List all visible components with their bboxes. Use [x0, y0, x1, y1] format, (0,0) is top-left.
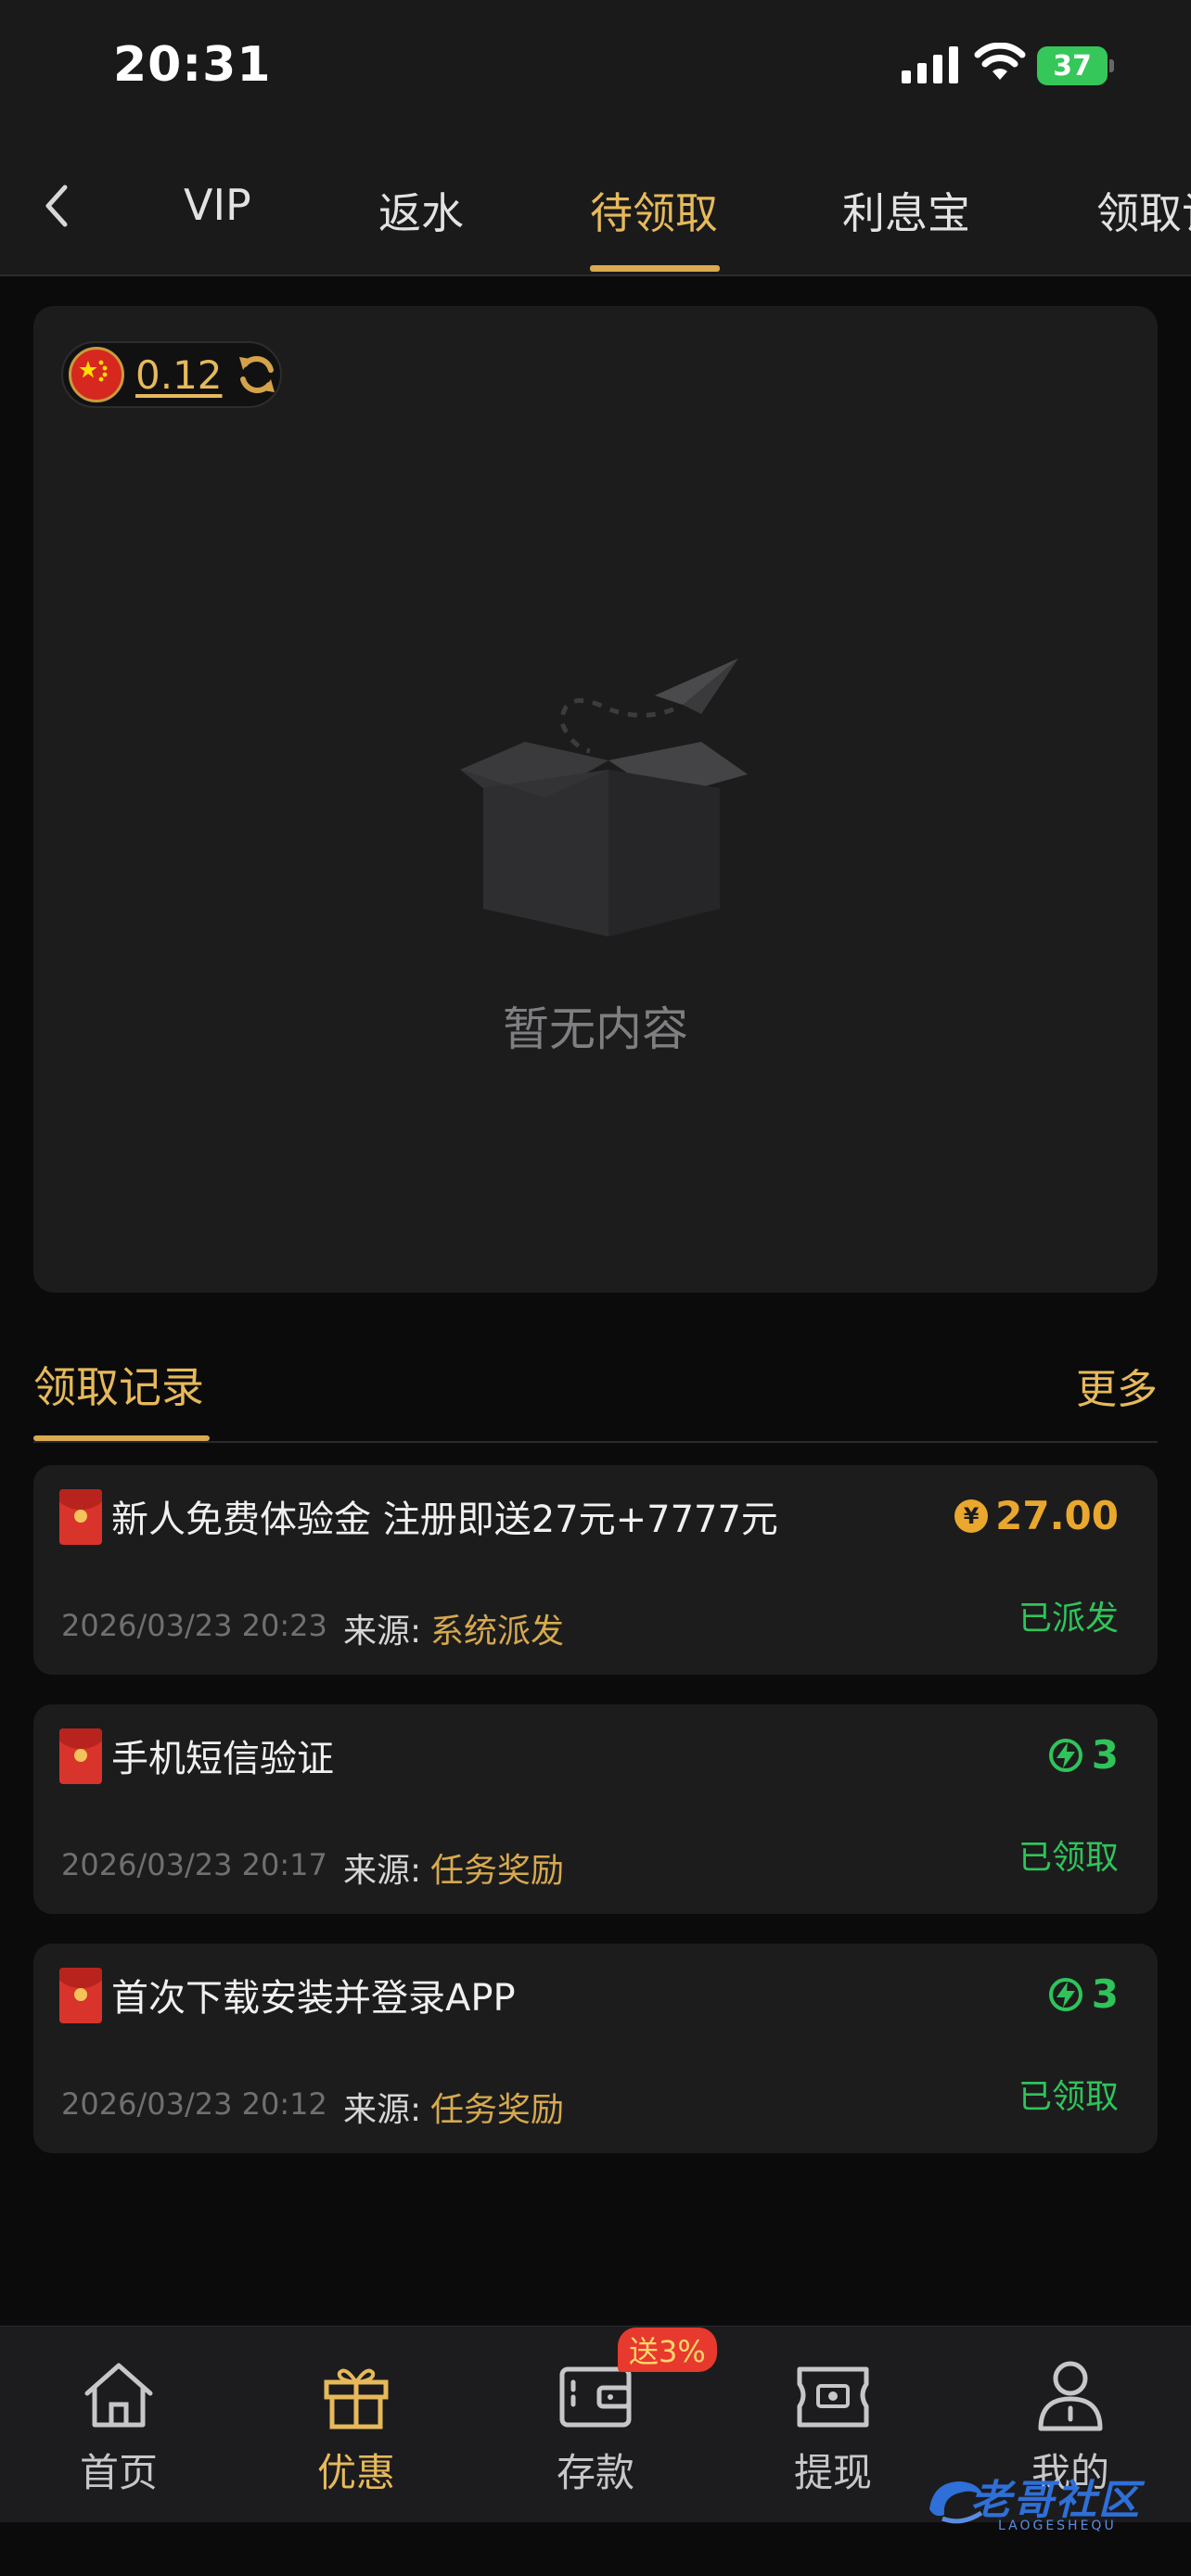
status-bar: 20:31 37 [0, 0, 1191, 139]
record-amount: 3 [1047, 1732, 1119, 1778]
watermark-text: 老哥社区 [970, 2477, 1141, 2524]
china-flag-icon [69, 347, 124, 402]
withdraw-icon [797, 2366, 869, 2428]
empty-box-illustration [460, 658, 748, 937]
record-status: 已领取 [1018, 1839, 1119, 1877]
record-source: 任务奖励 [430, 2091, 565, 2129]
empty-state-text: 暂无内容 [503, 1002, 688, 1056]
tab-label: 优惠 [316, 2450, 395, 2495]
record-title: 手机短信验证 [111, 1738, 334, 1780]
record-source: 任务奖励 [430, 1852, 565, 1890]
battery-icon: 37 [1037, 46, 1115, 85]
record-amount: 3 [1047, 1971, 1119, 2017]
red-envelope-icon [59, 1489, 102, 1545]
record-date: 2026/03/23 20:23 [61, 1608, 327, 1643]
watermark-logo: 老哥社区 LAOGESHEQU [924, 2467, 1180, 2546]
tab-rebate[interactable]: 返水 [378, 180, 464, 241]
tab-pending[interactable]: 待领取 [590, 180, 718, 241]
record-amount-value: 3 [1091, 1732, 1119, 1778]
tab-label: 首页 [79, 2450, 158, 2495]
cellular-signal-icon [902, 46, 958, 83]
top-nav: VIP 返水 待领取 利息宝 领取记录 [0, 139, 1191, 276]
record-title: 首次下载安装并登录APP [111, 1977, 516, 2020]
tab-label: 存款 [556, 2450, 634, 2495]
gift-icon [324, 2368, 389, 2429]
red-envelope-icon [59, 1968, 102, 2023]
balance-pill[interactable]: 0.12 [61, 341, 282, 408]
divider [33, 1441, 1158, 1443]
record-item[interactable]: 首次下载安装并登录APP 3 2026/03/23 20:12 来源: 任务奖励… [33, 1944, 1158, 2153]
watermark-subtext: LAOGESHEQU [998, 2519, 1117, 2533]
record-status: 已派发 [1018, 1600, 1119, 1638]
tab-home[interactable]: 首页 [45, 2356, 193, 2505]
tab-interest[interactable]: 利息宝 [842, 180, 970, 241]
home-icon [84, 2363, 153, 2428]
bolt-icon [1048, 1977, 1082, 2011]
record-source-label: 来源: [343, 1852, 422, 1890]
active-tab-indicator [590, 265, 720, 272]
refresh-icon[interactable] [234, 351, 280, 398]
battery-level: 37 [1037, 46, 1108, 85]
record-date: 2026/03/23 20:12 [61, 2086, 327, 2122]
record-source: 系统派发 [430, 1613, 565, 1651]
records-title: 领取记录 [33, 1362, 204, 1412]
record-title: 新人免费体验金 注册即送27元+7777元 [111, 1498, 778, 1541]
record-amount-value: 27.00 [995, 1493, 1119, 1538]
status-time: 20:31 [113, 37, 272, 93]
balance-value: 0.12 [135, 351, 223, 398]
tab-claim-records[interactable]: 领取记录 [1096, 180, 1191, 241]
user-icon [1038, 2361, 1103, 2431]
deposit-bonus-badge: 送3% [618, 2327, 717, 2372]
record-amount: ¥ 27.00 [954, 1493, 1119, 1538]
tab-vip[interactable]: VIP [184, 180, 251, 230]
yen-coin-icon: ¥ [954, 1498, 989, 1533]
tab-deposit[interactable]: 存款 [521, 2356, 670, 2505]
tab-promotions[interactable]: 优惠 [282, 2356, 430, 2505]
record-item[interactable]: 手机短信验证 3 2026/03/23 20:17 来源: 任务奖励 已领取 [33, 1704, 1158, 1914]
wifi-icon [974, 43, 1026, 80]
red-envelope-icon [59, 1728, 102, 1784]
back-chevron-icon[interactable] [33, 178, 80, 234]
record-source-label: 来源: [343, 2091, 422, 2129]
pending-rewards-card: 0.12 暂无内容 [33, 306, 1158, 1293]
tab-withdraw[interactable]: 提现 [759, 2356, 907, 2505]
tab-label: 提现 [793, 2450, 872, 2495]
record-item[interactable]: 新人免费体验金 注册即送27元+7777元 ¥ 27.00 2026/03/23… [33, 1465, 1158, 1675]
bolt-icon [1048, 1738, 1082, 1772]
record-date: 2026/03/23 20:17 [61, 1847, 327, 1882]
more-link[interactable]: 更多 [1076, 1356, 1158, 1415]
record-source-label: 来源: [343, 1613, 422, 1651]
record-amount-value: 3 [1091, 1971, 1119, 2017]
record-status: 已领取 [1018, 2078, 1119, 2116]
